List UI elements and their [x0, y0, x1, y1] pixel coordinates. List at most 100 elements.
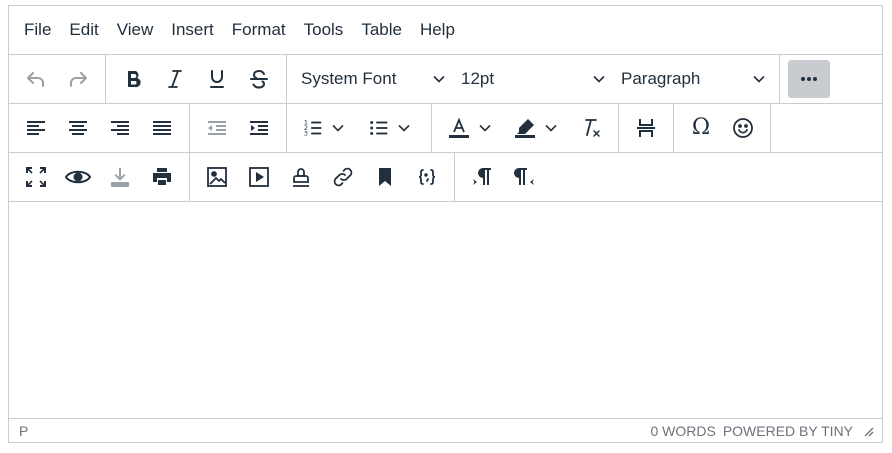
text-color-icon — [449, 117, 469, 138]
menu-table[interactable]: Table — [352, 13, 411, 47]
chevron-down-icon — [332, 124, 344, 132]
stamp-icon — [293, 168, 309, 187]
emoji-button[interactable] — [724, 109, 762, 147]
save-button[interactable] — [101, 158, 139, 196]
strikethrough-button[interactable] — [240, 60, 278, 98]
toolbar-group-colors — [432, 104, 619, 152]
menu-help[interactable]: Help — [411, 13, 464, 47]
statusbar-right: 0 WORDS POWERED BY TINY — [650, 423, 874, 439]
italic-button[interactable] — [156, 60, 194, 98]
toolbar-group-insert — [190, 153, 455, 201]
toolbar-group-direction — [455, 153, 551, 201]
menubar: File Edit View Insert Format Tools Table… — [9, 6, 882, 55]
insert-media-button[interactable] — [240, 158, 278, 196]
outdent-button[interactable] — [198, 109, 236, 147]
numbered-list-button[interactable]: 123 — [295, 109, 357, 147]
highlight-color-button[interactable] — [506, 109, 568, 147]
svg-text:3: 3 — [304, 129, 308, 137]
numbered-list-icon: 123 — [304, 118, 322, 137]
more-toolbar-button[interactable] — [788, 60, 830, 98]
menu-view[interactable]: View — [108, 13, 163, 47]
align-right-icon — [111, 121, 129, 135]
redo-icon — [70, 72, 87, 87]
toolbar-group-more — [780, 55, 838, 103]
block-format-select[interactable]: Paragraph — [613, 60, 773, 98]
image-icon — [207, 167, 227, 187]
element-path[interactable]: P — [19, 423, 28, 439]
special-character-button[interactable]: Ω — [682, 109, 720, 147]
clear-formatting-button[interactable] — [572, 109, 610, 147]
menu-edit[interactable]: Edit — [60, 13, 107, 47]
branding-link[interactable]: POWERED BY TINY — [723, 423, 853, 439]
fullscreen-button[interactable] — [17, 158, 55, 196]
code-sample-button[interactable] — [408, 158, 446, 196]
insert-link-button[interactable] — [324, 158, 362, 196]
preview-eye-icon — [64, 170, 92, 184]
align-center-button[interactable] — [59, 109, 97, 147]
italic-icon — [168, 70, 182, 88]
rtl-button[interactable] — [505, 158, 543, 196]
toolbar-group-insert-chars: Ω — [674, 104, 771, 152]
undo-button[interactable] — [17, 60, 55, 98]
chevron-down-icon — [545, 124, 557, 132]
toolbar-group-pagebreak — [619, 104, 674, 152]
preview-button[interactable] — [59, 158, 97, 196]
print-button[interactable] — [143, 158, 181, 196]
font-size-select[interactable]: 12pt — [453, 60, 613, 98]
bullet-list-button[interactable] — [361, 109, 423, 147]
chevron-down-icon — [593, 75, 605, 83]
toolbar-group-history — [9, 55, 106, 103]
code-sample-icon — [418, 169, 436, 185]
toolbar-group-indent — [190, 104, 287, 152]
bold-button[interactable] — [114, 60, 152, 98]
insert-template-button[interactable] — [282, 158, 320, 196]
align-left-icon — [27, 121, 45, 135]
block-format-value: Paragraph — [621, 69, 701, 88]
chevron-down-icon — [398, 124, 410, 132]
chevron-down-icon — [753, 75, 765, 83]
insert-anchor-button[interactable] — [366, 158, 404, 196]
underline-icon — [210, 70, 224, 88]
justify-button[interactable] — [143, 109, 181, 147]
resize-handle-icon[interactable] — [862, 425, 874, 437]
toolbar-row-1: System Font 12pt Paragraph — [9, 55, 882, 104]
undo-icon — [27, 72, 44, 87]
bold-icon — [128, 71, 141, 88]
menu-file[interactable]: File — [15, 13, 60, 47]
toolbar-group-lists: 123 — [287, 104, 432, 152]
indent-button[interactable] — [240, 109, 278, 147]
align-left-button[interactable] — [17, 109, 55, 147]
outdent-icon — [208, 121, 226, 135]
menu-tools[interactable]: Tools — [295, 13, 353, 47]
align-justify-icon — [153, 121, 171, 135]
ltr-button[interactable] — [463, 158, 501, 196]
menu-format[interactable]: Format — [223, 13, 295, 47]
link-icon — [333, 167, 353, 187]
emoji-icon — [733, 118, 753, 138]
word-count[interactable]: 0 WORDS — [650, 423, 715, 439]
font-size-value: 12pt — [461, 69, 495, 88]
redo-button[interactable] — [59, 60, 97, 98]
indent-icon — [250, 121, 268, 135]
save-download-icon — [111, 168, 129, 187]
highlight-icon — [515, 119, 535, 138]
underline-button[interactable] — [198, 60, 236, 98]
media-icon — [249, 167, 269, 187]
bookmark-icon — [379, 168, 391, 186]
more-icon — [801, 77, 817, 81]
menu-insert[interactable]: Insert — [162, 13, 223, 47]
toolbar-group-view — [9, 153, 190, 201]
page-break-button[interactable] — [627, 109, 665, 147]
align-right-button[interactable] — [101, 109, 139, 147]
font-family-value: System Font — [301, 69, 397, 88]
print-icon — [153, 168, 171, 185]
rich-text-editor: File Edit View Insert Format Tools Table… — [8, 5, 883, 443]
font-family-select[interactable]: System Font — [293, 60, 453, 98]
toolbar-row-3 — [9, 153, 882, 202]
fullscreen-icon — [26, 167, 46, 187]
bullet-list-icon — [370, 121, 388, 135]
text-color-button[interactable] — [440, 109, 502, 147]
editor-content-area[interactable] — [9, 202, 882, 418]
toolbar-row-2: 123 Ω — [9, 104, 882, 153]
insert-image-button[interactable] — [198, 158, 236, 196]
